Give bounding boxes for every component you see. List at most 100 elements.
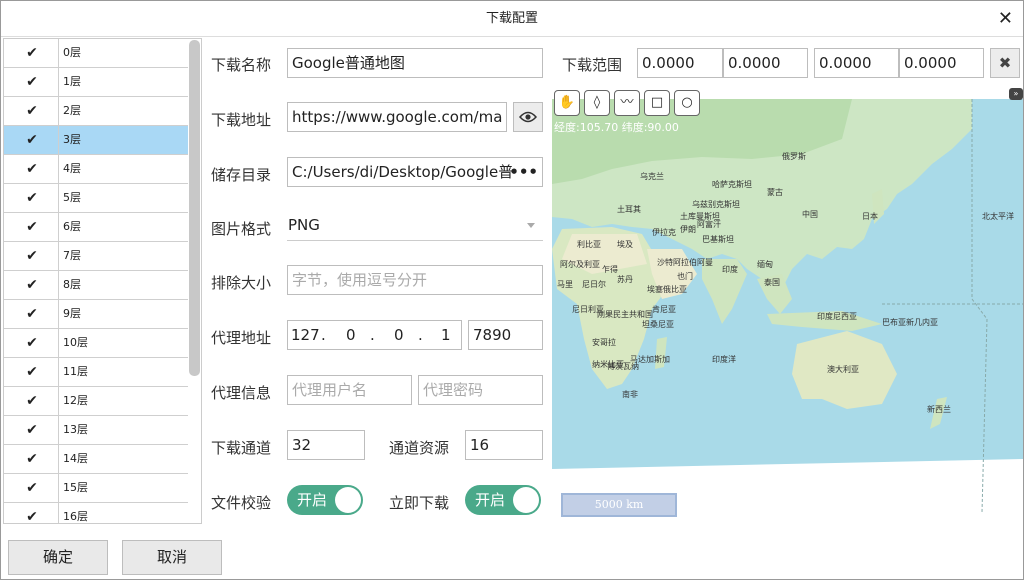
eye-icon[interactable] [513,102,543,132]
circle-tool-icon[interactable]: ○ [674,90,700,116]
check-icon: ✔ [26,509,38,524]
check-icon: ✔ [26,480,38,496]
level-row[interactable]: ✔ 2层 [4,97,188,126]
level-row[interactable]: ✔ 7层 [4,242,188,271]
level-row[interactable]: ✔ 6层 [4,213,188,242]
image-format-select[interactable]: PNG [287,211,543,241]
cancel-button[interactable]: 取消 [122,540,222,575]
map-place-label: 俄罗斯 [782,152,806,161]
download-channels-input[interactable]: 32 [287,430,365,460]
chevron-down-icon [527,223,535,228]
map-place-label: 巴基斯坦 [702,235,734,244]
ip-dot: . [418,326,423,344]
level-checkbox[interactable]: ✔ [4,155,59,183]
download-name-input[interactable]: Google普通地图 [287,48,543,78]
proxy-port-input[interactable]: 7890 [468,320,543,350]
confirm-button[interactable]: 确定 [8,540,108,575]
map-place-label: 沙特阿拉伯 [657,258,697,267]
coordinate-readout: 经度:105.70 纬度:90.00 [554,121,679,134]
proxy-password-input[interactable]: 代理密码 [418,375,543,405]
level-row[interactable]: ✔ 3层 [4,126,188,155]
download-config-window: 下载配置 ✕ ✔ 16层 ✔ 15层 ✔ 14层 ✔ 13层 ✔ 12层 ✔ 11层 ✔ 10层 ✔ 9层 ✔ 8… [0,0,1024,580]
level-checkbox[interactable]: ✔ [4,39,59,67]
image-format-label: 图片格式 [211,220,272,238]
marker-tool-icon[interactable]: ◊ [584,90,610,116]
level-checkbox[interactable]: ✔ [4,242,59,270]
map-place-label: 苏丹 [617,275,633,284]
level-label: 2层 [63,104,81,117]
level-row[interactable]: ✔ 8层 [4,271,188,300]
check-icon: ✔ [26,451,38,467]
level-checkbox[interactable]: ✔ [4,329,59,357]
level-checkbox[interactable]: ✔ [4,184,59,212]
download-url-input[interactable]: https://www.google.com/ma [287,102,507,132]
level-checkbox[interactable]: ✔ [4,474,59,502]
level-checkbox[interactable]: ✔ [4,358,59,386]
world-map[interactable]: 俄罗斯 哈萨克斯坦 蒙古 中国 日本 土耳其 伊拉克 伊朗 巴基斯坦 印度 沙特阿拉伯 埃及 利比亚 阿尔… [552,99,1023,512]
scale-bar: 5000 km [561,493,677,517]
level-row[interactable]: ✔ 10层 [4,329,188,358]
level-list[interactable]: ✔ 16层 ✔ 15层 ✔ 14层 ✔ 13层 ✔ 12层 ✔ 11层 ✔ 10层 ✔ 9层 ✔ 8层 ✔ 7层 ✔ 6层… [3,38,202,524]
level-list-scrollbar[interactable] [189,40,200,376]
map-place-label: 乌兹别克斯坦 [692,200,740,209]
download-now-label: 立即下载 [389,494,450,512]
level-checkbox[interactable]: ✔ [4,416,59,444]
pan-tool-icon[interactable]: ✋ [554,90,580,116]
map-place-label: 坦桑尼亚 [642,320,674,329]
proxy-ip-input[interactable]: 127 . 0 . 0 . 1 [287,320,462,350]
check-icon: ✔ [26,190,38,206]
map-place-label: 印度 [722,265,738,274]
level-row[interactable]: ✔ 4层 [4,155,188,184]
ip-dot: . [321,326,326,344]
map-place-label: 安哥拉 [592,338,616,347]
exclude-size-input[interactable]: 字节，使用逗号分开 [287,265,543,295]
map-place-label: 新西兰 [927,405,951,414]
level-row[interactable]: ✔ 15层 [4,474,188,503]
channel-resources-label: 通道资源 [389,439,450,457]
level-row[interactable]: ✔ 1层 [4,68,188,97]
level-row[interactable]: ✔ 12层 [4,387,188,416]
download-name-label: 下载名称 [211,56,272,74]
level-checkbox[interactable]: ✔ [4,68,59,96]
map-place-label: 北太平洋 [982,212,1014,221]
level-row[interactable]: ✔ 5层 [4,184,188,213]
save-dir-input[interactable]: C:/Users/di/Desktop/Google普 ••• [287,157,543,187]
level-checkbox[interactable]: ✔ [4,387,59,415]
range-field-4[interactable]: 0.0000 [899,48,984,78]
channel-resources-input[interactable]: 16 [465,430,543,460]
level-checkbox[interactable]: ✔ [4,213,59,241]
map-place-label: 泰国 [764,278,780,287]
level-checkbox[interactable]: ✔ [4,503,59,524]
range-field-3[interactable]: 0.0000 [814,48,899,78]
check-icon: ✔ [26,74,38,90]
exclude-size-label: 排除大小 [211,274,272,292]
close-icon[interactable]: ✕ [998,1,1013,37]
level-row[interactable]: ✔ 0层 [4,39,188,68]
title-bar: 下载配置 ✕ [1,1,1023,37]
range-field-1[interactable]: 0.0000 [637,48,723,78]
polyline-tool-icon[interactable]: 〰 [614,90,640,116]
level-checkbox[interactable]: ✔ [4,445,59,473]
level-checkbox[interactable]: ✔ [4,126,59,154]
level-row[interactable]: ✔ 13层 [4,416,188,445]
range-field-2[interactable]: 0.0000 [723,48,808,78]
level-checkbox[interactable]: ✔ [4,300,59,328]
file-verify-toggle[interactable]: 开启 [287,485,363,515]
check-icon: ✔ [26,422,38,438]
level-row[interactable]: ✔ 11层 [4,358,188,387]
level-row[interactable]: ✔ 9层 [4,300,188,329]
rectangle-tool-icon[interactable]: □ [644,90,670,116]
level-label: 3层 [63,133,81,146]
map-place-label: 肯尼亚 [652,305,676,314]
download-now-toggle[interactable]: 开启 [465,485,541,515]
proxy-username-input[interactable]: 代理用户名 [287,375,412,405]
expand-icon[interactable]: » [1009,88,1023,100]
level-row[interactable]: ✔ 16层 [4,503,188,524]
clear-range-button[interactable]: ✖ [990,48,1020,78]
level-checkbox[interactable]: ✔ [4,97,59,125]
level-row[interactable]: ✔ 14层 [4,445,188,474]
level-label: 13层 [63,423,88,436]
map-place-label: 印度尼西亚 [817,312,857,321]
more-icon[interactable]: ••• [509,158,538,186]
level-checkbox[interactable]: ✔ [4,271,59,299]
